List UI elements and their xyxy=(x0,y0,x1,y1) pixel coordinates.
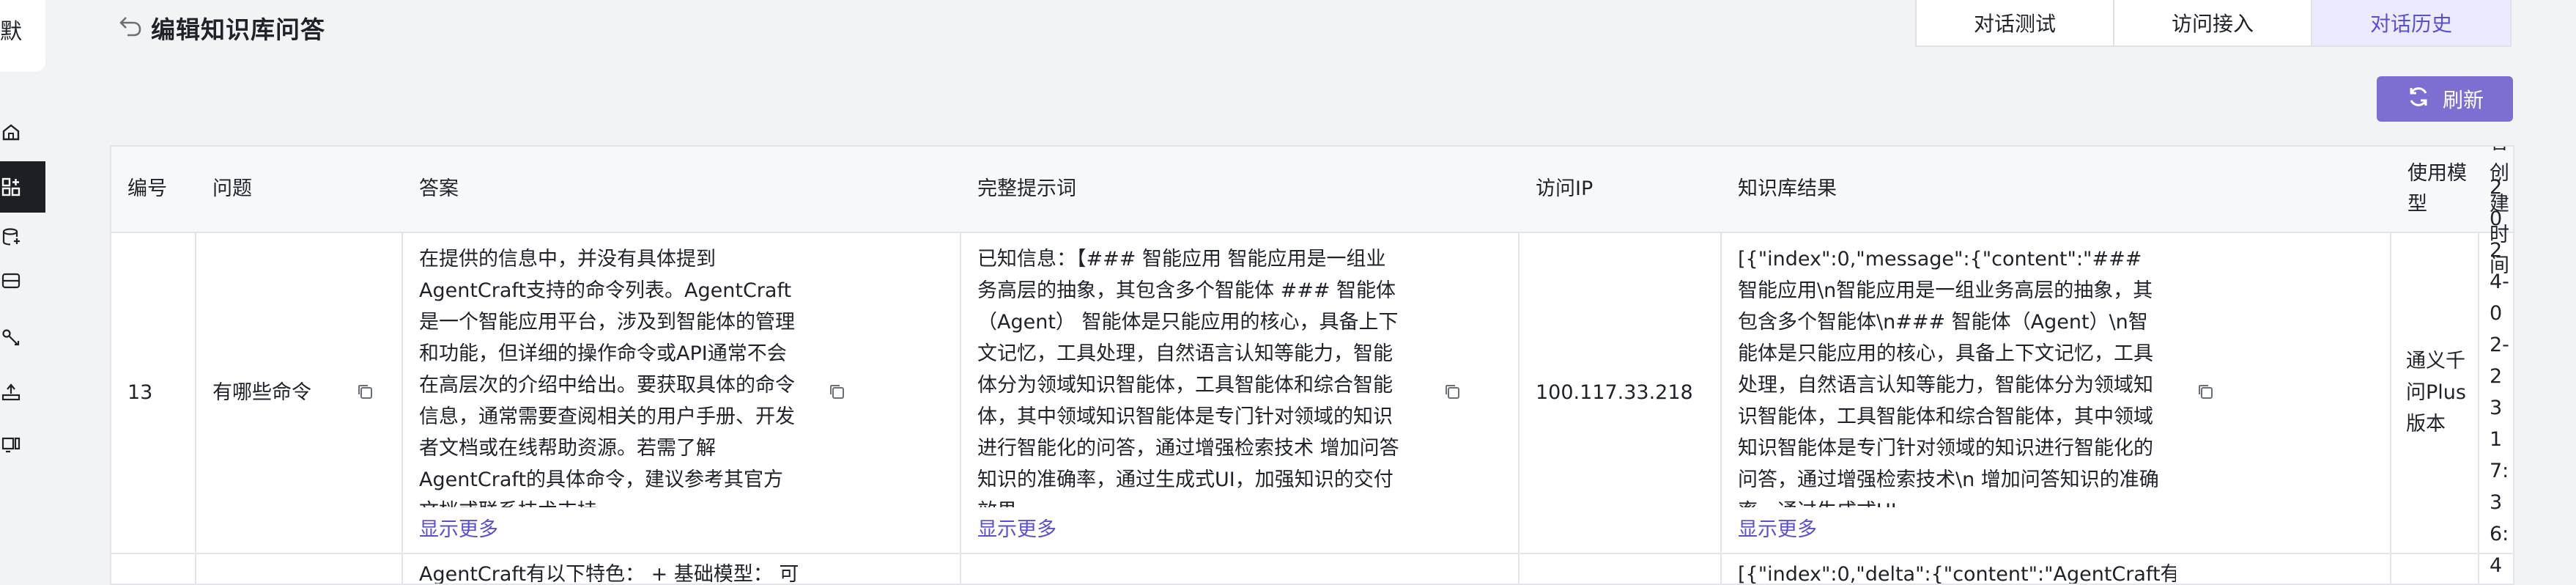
row-time: 2024-02-23 17:36:43 xyxy=(2490,176,2509,577)
refresh-icon xyxy=(2406,84,2431,114)
tab-bar: 对话测试 访问接入 对话历史 xyxy=(1915,0,2512,47)
row-model: 通义千问Plus版本 xyxy=(2406,349,2466,435)
tab-access[interactable]: 访问接入 xyxy=(2114,0,2312,45)
answer-show-more-link[interactable]: 显示更多 xyxy=(419,513,498,542)
sidebar-brand: 默 xyxy=(0,0,45,72)
sidebar-brand-text: 默 xyxy=(0,19,22,45)
storage-icon[interactable] xyxy=(0,270,22,292)
back-arrow-icon[interactable] xyxy=(117,13,144,40)
sidebar: 默 xyxy=(0,0,45,584)
history-table: 编号 问题 答案 完整提示词 访问IP 知识库结果 使用模型 问答创建时间 13… xyxy=(110,145,2514,585)
row-prompt: 已知信息：【### 智能应用 智能应用是一组业务高层的抽象，其包含多个智能体 #… xyxy=(977,248,1399,507)
row-ip: 100.117.33.218 xyxy=(1536,380,1693,404)
copy-icon[interactable] xyxy=(828,383,847,402)
row-kb-result: [{"index":0,"message":{"content":"### 智能… xyxy=(1738,248,2159,507)
col-model: 使用模型 xyxy=(2407,162,2467,216)
refresh-label: 刷新 xyxy=(2442,88,2484,112)
row-answer: 在提供的信息中，并没有具体提到AgentCraft支持的命令列表。AgentCr… xyxy=(419,248,795,507)
table-row: 13 有哪些命令 在提供的信息中，并没有具体提到AgentCraft支持的命令列… xyxy=(111,176,2513,577)
prompt-show-more-link[interactable]: 显示更多 xyxy=(977,513,1056,542)
row-answer: AgentCraft有以下特色： + 基础模型： 可 xyxy=(419,563,799,585)
col-question: 问题 xyxy=(212,177,252,200)
col-id: 编号 xyxy=(127,177,167,200)
apps-icon xyxy=(0,176,22,198)
deploy-icon[interactable] xyxy=(0,381,22,403)
col-answer: 答案 xyxy=(419,177,459,200)
tab-chat-test[interactable]: 对话测试 xyxy=(1917,0,2114,45)
tab-chat-history[interactable]: 对话历史 xyxy=(2312,0,2510,45)
database-icon[interactable] xyxy=(0,226,22,248)
col-ip: 访问IP xyxy=(1536,177,1594,200)
kb-show-more-link[interactable]: 显示更多 xyxy=(1738,513,1817,542)
home-icon[interactable] xyxy=(0,121,22,143)
monitor-icon[interactable] xyxy=(0,434,22,456)
refresh-button[interactable]: 刷新 xyxy=(2377,76,2513,122)
table-row: AgentCraft有以下特色： + 基础模型： 可 [{"index":0,"… xyxy=(111,554,2513,585)
row-kb-result: [{"index":0,"delta":{"content":"AgentCra… xyxy=(1738,563,2176,585)
table-header: 编号 问题 答案 完整提示词 访问IP 知识库结果 使用模型 问答创建时间 xyxy=(111,147,2513,277)
col-prompt: 完整提示词 xyxy=(977,177,1076,200)
copy-icon[interactable] xyxy=(1443,383,1462,402)
page-title: 编辑知识库问答 xyxy=(151,15,325,44)
row-id: 13 xyxy=(127,380,153,404)
copy-icon[interactable] xyxy=(2196,383,2216,402)
tool-icon[interactable] xyxy=(0,327,22,349)
sidebar-item-active[interactable] xyxy=(0,161,45,213)
copy-icon[interactable] xyxy=(356,383,375,402)
row-question: 有哪些命令 xyxy=(212,380,311,404)
col-kb-result: 知识库结果 xyxy=(1738,177,1837,200)
